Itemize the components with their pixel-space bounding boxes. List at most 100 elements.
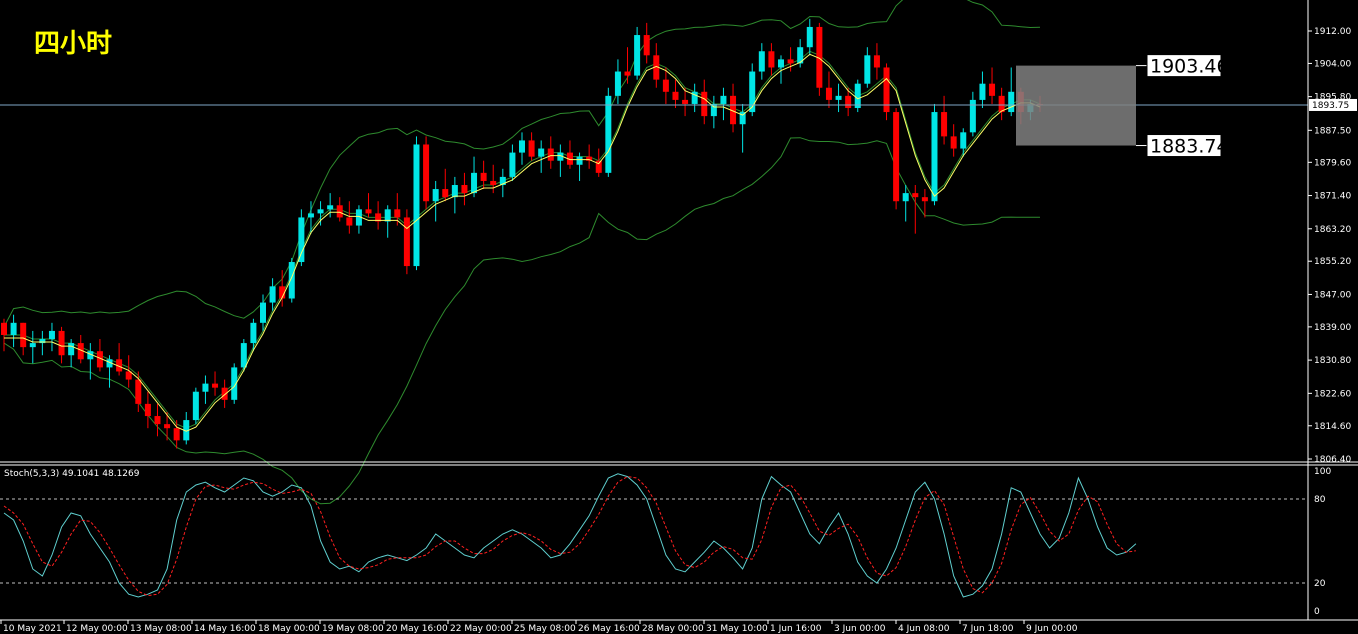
time-tick-label: 3 Jun 00:00 <box>834 624 886 634</box>
time-tick-label: 22 May 00:00 <box>450 624 512 634</box>
time-tick-label: 13 May 08:00 <box>130 624 192 634</box>
candle-body <box>461 185 468 194</box>
candle-body <box>451 185 458 198</box>
candle-body <box>778 59 784 68</box>
chart-canvas: 1893.751903.461883.74 10080200 1912.0019… <box>0 0 1358 634</box>
price-tick-label: 1839.00 <box>1314 323 1351 333</box>
overlay-group: 1893.751903.461883.74 <box>0 53 1357 432</box>
candle-body <box>20 322 27 348</box>
candle-body <box>29 343 36 348</box>
candle-body <box>1 322 7 335</box>
candle-body <box>902 193 909 202</box>
candle-body <box>979 83 986 100</box>
price-tick-label: 1863.20 <box>1314 225 1351 235</box>
price-tick-label: 1887.50 <box>1314 126 1351 136</box>
candle-body <box>288 262 295 299</box>
candle-body <box>307 213 314 218</box>
candle-body <box>221 387 228 400</box>
candle-body <box>173 428 180 441</box>
price-tick-label: 1806.40 <box>1314 455 1351 465</box>
time-tick-label: 14 May 16:00 <box>194 624 256 634</box>
candle-body <box>528 140 535 157</box>
stoch-level-label: 80 <box>1314 495 1326 505</box>
candle-body <box>192 391 199 421</box>
time-tick-label: 28 May 00:00 <box>642 624 704 634</box>
time-tick-label: 9 Jun 00:00 <box>1026 624 1078 634</box>
candle-body <box>327 205 334 210</box>
time-tick-label: 26 May 16:00 <box>578 624 640 634</box>
time-tick-label: 20 May 16:00 <box>386 624 448 634</box>
candle-body <box>48 330 55 340</box>
stoch-level-label: 100 <box>1314 467 1331 477</box>
candle-body <box>701 91 708 117</box>
candle-body <box>432 189 439 202</box>
time-tick-label: 31 May 10:00 <box>706 624 768 634</box>
candle-body <box>298 217 305 263</box>
candle-body <box>720 95 727 104</box>
candle-body <box>960 132 967 149</box>
candle-body <box>58 330 65 356</box>
time-tick-label: 18 May 00:00 <box>258 624 320 634</box>
lower-band-line <box>3 137 1041 505</box>
candle-body <box>662 79 669 92</box>
candle-body <box>154 416 161 425</box>
time-tick-label: 19 May 08:00 <box>322 624 384 634</box>
candle-body <box>873 55 880 68</box>
candle-body <box>538 148 545 157</box>
candle-body <box>144 403 151 417</box>
candle-body <box>806 26 813 48</box>
candle-body <box>384 209 391 222</box>
time-tick-label: 1 Jun 16:00 <box>770 624 822 634</box>
candle-body <box>768 51 775 68</box>
candle-body <box>260 302 266 323</box>
price-tick-label: 1822.60 <box>1314 389 1351 399</box>
candle-body <box>893 112 900 202</box>
candle-body <box>317 209 324 214</box>
candle-body <box>864 55 871 84</box>
candle-body <box>403 217 410 267</box>
candle-body <box>576 156 583 165</box>
candle-body <box>614 71 621 96</box>
candle-body <box>509 152 516 177</box>
candle-body <box>912 193 919 198</box>
stoch-level-label: 20 <box>1314 579 1326 589</box>
price-tick-label: 1904.00 <box>1314 59 1351 69</box>
time-tick-label: 10 May 2021 <box>3 624 62 634</box>
box-high-label: 1903.46 <box>1150 56 1229 78</box>
candle-body <box>682 99 689 104</box>
candles-group <box>1 18 1043 449</box>
candle-body <box>921 197 928 202</box>
candle-body <box>164 424 171 429</box>
candle-body <box>68 343 75 356</box>
price-tick-label: 1830.80 <box>1314 356 1351 366</box>
stochastic-panel: 100 80 20 0 <box>0 467 1331 617</box>
time-tick-label: 7 Jun 18:00 <box>962 624 1014 634</box>
candle-body <box>787 59 794 64</box>
candle-body <box>240 343 247 368</box>
stoch-indicator-label: Stoch(5,3,3) 49.1041 48.1269 <box>4 469 140 479</box>
candle-body <box>1008 91 1015 113</box>
stoch-main-line <box>3 473 1137 598</box>
candle-body <box>442 189 449 198</box>
candle-body <box>845 95 852 109</box>
price-tick-label: 1912.00 <box>1314 27 1351 37</box>
candle-body <box>471 172 478 194</box>
candle-body <box>346 217 353 226</box>
candle-body <box>423 144 430 202</box>
candle-body <box>250 322 257 344</box>
price-tick-label: 1814.60 <box>1314 422 1351 432</box>
candle-body <box>950 136 957 149</box>
time-tick-label: 25 May 08:00 <box>514 624 576 634</box>
price-tick-label: 1871.40 <box>1314 192 1351 202</box>
candle-body <box>931 112 938 202</box>
axes-group: 1912.00 1904.00 1895.80 1887.50 1879.60 1871.… <box>0 0 1358 634</box>
chart-title: 四小时 <box>34 29 112 59</box>
candle-body <box>10 322 17 335</box>
candle-body <box>941 112 948 137</box>
candle-body <box>643 35 650 56</box>
candle-body <box>202 383 209 392</box>
candle-body <box>634 35 641 76</box>
candle-body <box>758 51 765 72</box>
time-tick-label: 4 Jun 08:00 <box>898 624 950 634</box>
stoch-level-label: 0 <box>1314 607 1320 617</box>
